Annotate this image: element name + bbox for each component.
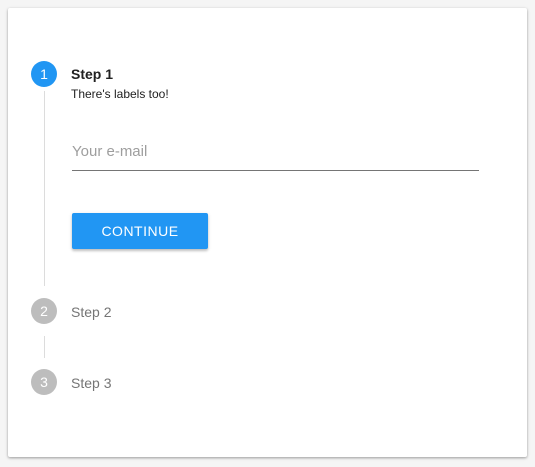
step-2-number-badge[interactable]: 2 [31,298,57,324]
step-connector-1-2 [44,91,45,286]
step-3-title[interactable]: Step 3 [71,374,111,392]
step-1-title[interactable]: Step 1 [71,65,113,83]
stepper-card: 1 Step 1 There's labels too! CONTINUE 2 … [8,8,527,457]
email-field[interactable] [72,132,479,171]
step-1-subtitle: There's labels too! [71,87,169,101]
step-1-number-badge[interactable]: 1 [31,61,57,87]
step-connector-2-3 [44,336,45,358]
step-3-number-badge[interactable]: 3 [31,369,57,395]
step-2-title[interactable]: Step 2 [71,303,111,321]
continue-button[interactable]: CONTINUE [72,213,208,249]
